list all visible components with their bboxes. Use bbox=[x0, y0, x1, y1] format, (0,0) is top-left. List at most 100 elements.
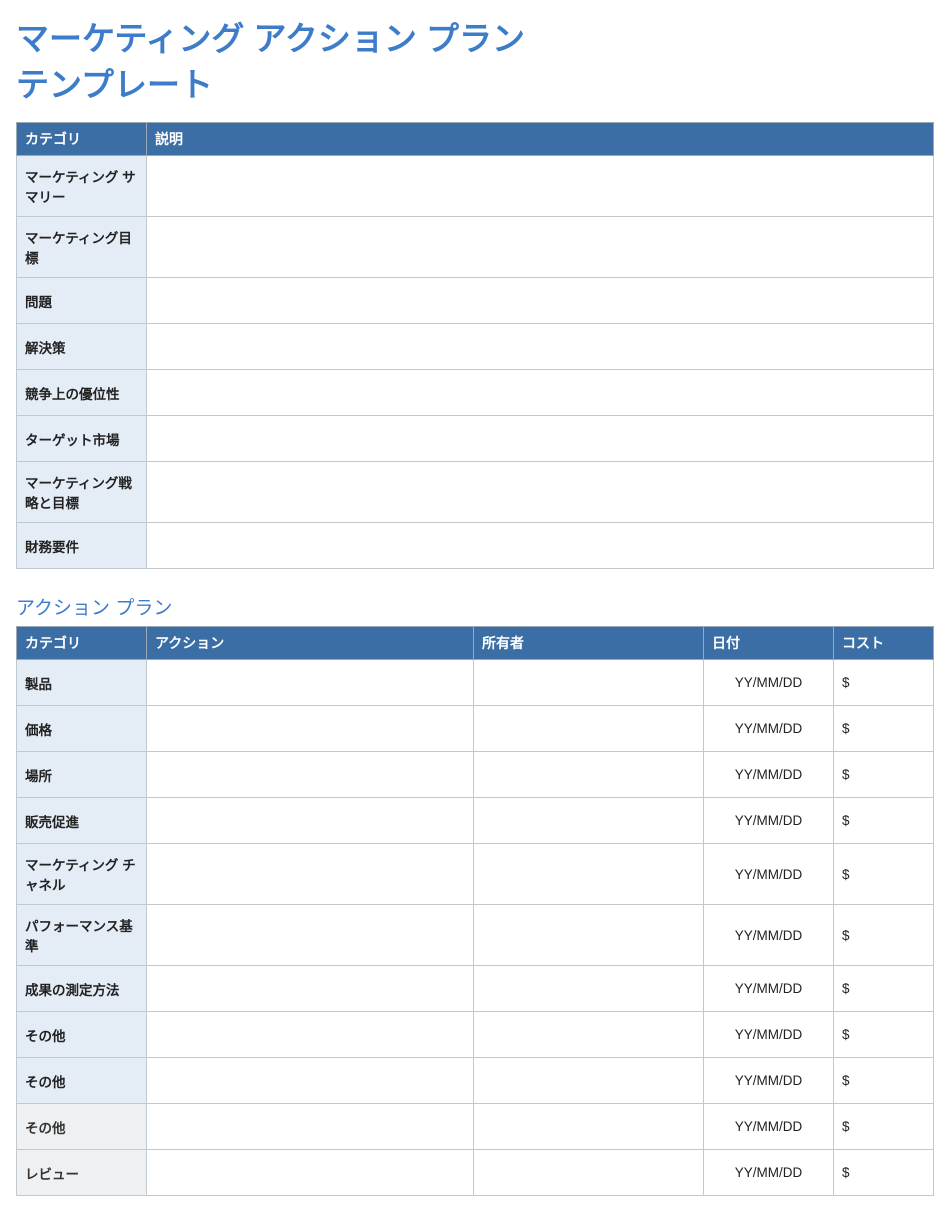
row-category-label: その他 bbox=[17, 1012, 147, 1058]
row-description-cell[interactable] bbox=[147, 217, 934, 278]
row-category-label: ターゲット市場 bbox=[17, 416, 147, 462]
row-action-cell[interactable] bbox=[147, 1150, 474, 1196]
table-row: 解決策 bbox=[17, 324, 934, 370]
action-plan-table: カテゴリ アクション 所有者 日付 コスト 製品YY/MM/DD$価格YY/MM… bbox=[16, 626, 934, 1196]
col-owner: 所有者 bbox=[474, 627, 704, 660]
row-owner-cell[interactable] bbox=[474, 905, 704, 966]
table-row: レビュー YY/MM/DD$ bbox=[17, 1150, 934, 1196]
row-date-cell[interactable]: YY/MM/DD bbox=[704, 966, 834, 1012]
row-cost-cell[interactable]: $ bbox=[834, 706, 934, 752]
row-cost-cell[interactable]: $ bbox=[834, 966, 934, 1012]
row-description-cell[interactable] bbox=[147, 523, 934, 569]
table-row: マーケティング チャネル YY/MM/DD$ bbox=[17, 844, 934, 905]
row-date-cell[interactable]: YY/MM/DD bbox=[704, 1150, 834, 1196]
table-row: その他 YY/MM/DD$ bbox=[17, 1012, 934, 1058]
row-date-cell[interactable]: YY/MM/DD bbox=[704, 844, 834, 905]
table-header-row: カテゴリ 説明 bbox=[17, 123, 934, 156]
row-date-cell[interactable]: YY/MM/DD bbox=[704, 905, 834, 966]
row-category-label: 製品 bbox=[17, 660, 147, 706]
row-category-label: パフォーマンス基準 bbox=[17, 905, 147, 966]
row-category-label: 場所 bbox=[17, 752, 147, 798]
table-row: 価格YY/MM/DD$ bbox=[17, 706, 934, 752]
row-category-label: マーケティング戦略と目標 bbox=[17, 462, 147, 523]
row-category-label: 問題 bbox=[17, 278, 147, 324]
row-owner-cell[interactable] bbox=[474, 706, 704, 752]
table-row: その他 YY/MM/DD$ bbox=[17, 1058, 934, 1104]
row-cost-cell[interactable]: $ bbox=[834, 905, 934, 966]
col-cost: コスト bbox=[834, 627, 934, 660]
table-row: ターゲット市場 bbox=[17, 416, 934, 462]
table-row: マーケティング戦略と目標 bbox=[17, 462, 934, 523]
row-action-cell[interactable] bbox=[147, 660, 474, 706]
row-description-cell[interactable] bbox=[147, 462, 934, 523]
row-date-cell[interactable]: YY/MM/DD bbox=[704, 706, 834, 752]
row-action-cell[interactable] bbox=[147, 844, 474, 905]
row-date-cell[interactable]: YY/MM/DD bbox=[704, 1058, 834, 1104]
row-action-cell[interactable] bbox=[147, 1012, 474, 1058]
page-title: マーケティング アクション プラン テンプレート bbox=[16, 16, 566, 108]
row-category-label: マーケティング サマリー bbox=[17, 156, 147, 217]
overview-table: カテゴリ 説明 マーケティング サマリーマーケティング目標問題解決策競争上の優位… bbox=[16, 122, 934, 569]
row-action-cell[interactable] bbox=[147, 1058, 474, 1104]
row-date-cell[interactable]: YY/MM/DD bbox=[704, 752, 834, 798]
row-owner-cell[interactable] bbox=[474, 966, 704, 1012]
table-row: マーケティング サマリー bbox=[17, 156, 934, 217]
row-description-cell[interactable] bbox=[147, 278, 934, 324]
row-owner-cell[interactable] bbox=[474, 1012, 704, 1058]
row-cost-cell[interactable]: $ bbox=[834, 660, 934, 706]
col-category: カテゴリ bbox=[17, 627, 147, 660]
row-action-cell[interactable] bbox=[147, 1104, 474, 1150]
row-category-label: レビュー bbox=[17, 1150, 147, 1196]
row-action-cell[interactable] bbox=[147, 752, 474, 798]
col-category: カテゴリ bbox=[17, 123, 147, 156]
row-cost-cell[interactable]: $ bbox=[834, 844, 934, 905]
col-action: アクション bbox=[147, 627, 474, 660]
row-owner-cell[interactable] bbox=[474, 1104, 704, 1150]
row-action-cell[interactable] bbox=[147, 798, 474, 844]
row-cost-cell[interactable]: $ bbox=[834, 1104, 934, 1150]
table-header-row: カテゴリ アクション 所有者 日付 コスト bbox=[17, 627, 934, 660]
table-row: 場所 YY/MM/DD$ bbox=[17, 752, 934, 798]
row-date-cell[interactable]: YY/MM/DD bbox=[704, 798, 834, 844]
row-description-cell[interactable] bbox=[147, 156, 934, 217]
table-row: マーケティング目標 bbox=[17, 217, 934, 278]
table-row: その他 YY/MM/DD$ bbox=[17, 1104, 934, 1150]
row-category-label: その他 bbox=[17, 1104, 147, 1150]
row-category-label: 成果の測定方法 bbox=[17, 966, 147, 1012]
row-cost-cell[interactable]: $ bbox=[834, 798, 934, 844]
row-owner-cell[interactable] bbox=[474, 844, 704, 905]
row-category-label: 競争上の優位性 bbox=[17, 370, 147, 416]
row-owner-cell[interactable] bbox=[474, 660, 704, 706]
table-row: 問題 bbox=[17, 278, 934, 324]
row-action-cell[interactable] bbox=[147, 706, 474, 752]
row-date-cell[interactable]: YY/MM/DD bbox=[704, 1012, 834, 1058]
row-category-label: その他 bbox=[17, 1058, 147, 1104]
row-description-cell[interactable] bbox=[147, 370, 934, 416]
row-cost-cell[interactable]: $ bbox=[834, 1012, 934, 1058]
row-category-label: 財務要件 bbox=[17, 523, 147, 569]
row-description-cell[interactable] bbox=[147, 324, 934, 370]
col-date: 日付 bbox=[704, 627, 834, 660]
table-row: 財務要件 bbox=[17, 523, 934, 569]
row-date-cell[interactable]: YY/MM/DD bbox=[704, 660, 834, 706]
row-cost-cell[interactable]: $ bbox=[834, 1058, 934, 1104]
table-row: 販売促進 YY/MM/DD$ bbox=[17, 798, 934, 844]
row-category-label: マーケティング チャネル bbox=[17, 844, 147, 905]
row-cost-cell[interactable]: $ bbox=[834, 1150, 934, 1196]
row-description-cell[interactable] bbox=[147, 416, 934, 462]
row-action-cell[interactable] bbox=[147, 905, 474, 966]
table-row: 競争上の優位性 bbox=[17, 370, 934, 416]
section-title-action-plan: アクション プラン bbox=[16, 593, 934, 620]
row-owner-cell[interactable] bbox=[474, 798, 704, 844]
row-owner-cell[interactable] bbox=[474, 752, 704, 798]
row-owner-cell[interactable] bbox=[474, 1150, 704, 1196]
col-description: 説明 bbox=[147, 123, 934, 156]
row-category-label: マーケティング目標 bbox=[17, 217, 147, 278]
row-cost-cell[interactable]: $ bbox=[834, 752, 934, 798]
row-date-cell[interactable]: YY/MM/DD bbox=[704, 1104, 834, 1150]
row-owner-cell[interactable] bbox=[474, 1058, 704, 1104]
row-category-label: 解決策 bbox=[17, 324, 147, 370]
table-row: パフォーマンス基準 YY/MM/DD$ bbox=[17, 905, 934, 966]
row-category-label: 販売促進 bbox=[17, 798, 147, 844]
row-action-cell[interactable] bbox=[147, 966, 474, 1012]
